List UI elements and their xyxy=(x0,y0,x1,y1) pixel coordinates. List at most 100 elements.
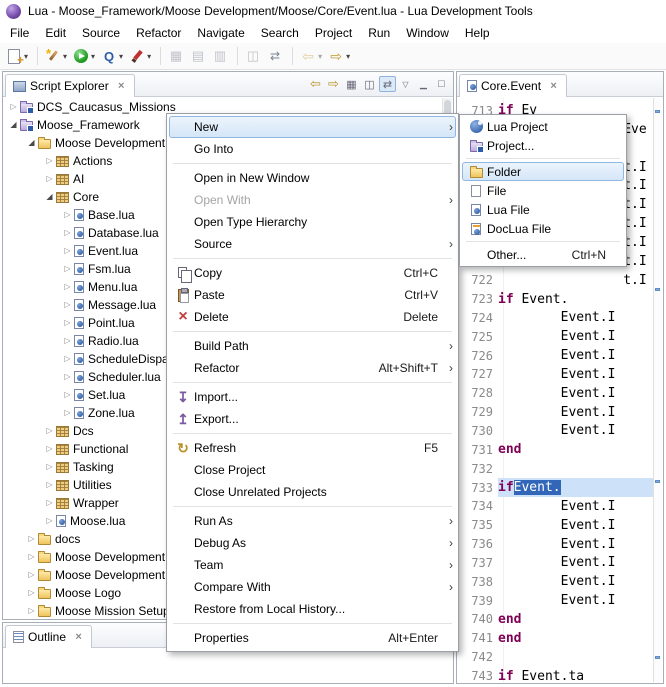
close-icon[interactable] xyxy=(548,80,559,92)
twistie-expanded-icon[interactable]: ◢ xyxy=(7,116,20,134)
code-line-726[interactable]: 726 Event.I xyxy=(458,346,653,365)
menu-item-delete[interactable]: DeleteDelete xyxy=(169,306,456,328)
overview-ruler[interactable] xyxy=(653,98,662,682)
menu-item-close-project[interactable]: Close Project xyxy=(169,459,456,481)
menu-item-open-type-hierarchy[interactable]: Open Type Hierarchy xyxy=(169,211,456,233)
mark-occurrences-button[interactable]: ▾ xyxy=(127,45,153,67)
menu-item-folder[interactable]: Folder xyxy=(462,162,624,181)
view-menu-icon[interactable]: ▽ xyxy=(397,76,414,92)
twistie-collapsed-icon[interactable]: ▷ xyxy=(61,368,74,386)
twistie-collapsed-icon[interactable]: ▷ xyxy=(43,476,56,494)
menu-item-restore-from-local-history[interactable]: Restore from Local History... xyxy=(169,598,456,620)
twistie-collapsed-icon[interactable]: ▷ xyxy=(61,314,74,332)
twistie-collapsed-icon[interactable]: ▷ xyxy=(43,152,56,170)
code-line-727[interactable]: 727 Event.I xyxy=(458,365,653,384)
dropdown-caret-icon[interactable]: ▾ xyxy=(119,52,123,61)
twistie-collapsed-icon[interactable]: ▷ xyxy=(61,224,74,242)
back-icon[interactable]: ⇦ xyxy=(307,76,324,92)
code-line-728[interactable]: 728 Event.I xyxy=(458,384,653,403)
collapse-all-icon[interactable]: ▦ xyxy=(343,76,360,92)
twistie-collapsed-icon[interactable]: ▷ xyxy=(61,260,74,278)
code-line-742[interactable]: 742 xyxy=(458,648,653,667)
menu-item-run-as[interactable]: Run As xyxy=(169,510,456,532)
dropdown-caret-icon[interactable]: ▾ xyxy=(318,52,322,61)
external-tools-button[interactable]: ▾ xyxy=(43,45,69,67)
twistie-collapsed-icon[interactable]: ▷ xyxy=(61,278,74,296)
maximize-icon[interactable]: □ xyxy=(433,76,450,92)
code-line-741[interactable]: 741 end xyxy=(458,629,653,648)
view-grid-2-button[interactable] xyxy=(188,45,208,67)
twistie-collapsed-icon[interactable]: ▷ xyxy=(61,332,74,350)
menu-item-copy[interactable]: CopyCtrl+C xyxy=(169,262,456,284)
menu-item-file[interactable]: File xyxy=(462,181,624,200)
close-icon[interactable] xyxy=(116,80,127,92)
menu-item-source[interactable]: Source xyxy=(169,233,456,255)
twistie-collapsed-icon[interactable]: ▷ xyxy=(43,458,56,476)
menu-item-close-unrelated-projects[interactable]: Close Unrelated Projects xyxy=(169,481,456,503)
twistie-collapsed-icon[interactable]: ▷ xyxy=(25,548,38,566)
menu-item-lua-file[interactable]: Lua File xyxy=(462,200,624,219)
twistie-collapsed-icon[interactable]: ▷ xyxy=(61,206,74,224)
menu-help[interactable]: Help xyxy=(457,22,498,43)
twistie-collapsed-icon[interactable]: ▷ xyxy=(43,494,56,512)
code-line-737[interactable]: 737 Event.I xyxy=(458,553,653,572)
twistie-collapsed-icon[interactable]: ▷ xyxy=(25,602,38,618)
view-grid-3-button[interactable] xyxy=(210,45,230,67)
menu-edit[interactable]: Edit xyxy=(37,22,74,43)
menu-item-other[interactable]: Other...Ctrl+N xyxy=(462,245,624,264)
menu-window[interactable]: Window xyxy=(398,22,457,43)
twistie-collapsed-icon[interactable]: ▷ xyxy=(43,170,56,188)
menu-item-open-in-new-window[interactable]: Open in New Window xyxy=(169,167,456,189)
twistie-collapsed-icon[interactable]: ▷ xyxy=(43,422,56,440)
twistie-collapsed-icon[interactable]: ▷ xyxy=(61,296,74,314)
menu-item-compare-with[interactable]: Compare With xyxy=(169,576,456,598)
code-line-731[interactable]: 731 end xyxy=(458,440,653,459)
twistie-expanded-icon[interactable]: ◢ xyxy=(25,134,38,152)
forward-icon[interactable]: ⇨ xyxy=(325,76,342,92)
menu-source[interactable]: Source xyxy=(74,22,128,43)
menu-item-paste[interactable]: PasteCtrl+V xyxy=(169,284,456,306)
twistie-collapsed-icon[interactable]: ▷ xyxy=(61,350,74,368)
annotation-mark[interactable] xyxy=(655,480,660,483)
annotation-mark[interactable] xyxy=(655,110,660,113)
menu-item-open-with[interactable]: Open With xyxy=(169,189,456,211)
code-line-724[interactable]: 724 Event.I xyxy=(458,308,653,327)
menu-item-build-path[interactable]: Build Path xyxy=(169,335,456,357)
pin-editor-button[interactable] xyxy=(243,45,263,67)
run-button[interactable]: ▾ xyxy=(71,45,97,67)
menu-item-refresh[interactable]: RefreshF5 xyxy=(169,437,456,459)
code-line-723[interactable]: 723 if Event. xyxy=(458,290,653,309)
code-line-736[interactable]: 736 Event.I xyxy=(458,535,653,554)
twistie-collapsed-icon[interactable]: ▷ xyxy=(43,440,56,458)
menu-item-import[interactable]: Import... xyxy=(169,386,456,408)
code-line-743[interactable]: 743 if Event.ta xyxy=(458,667,653,683)
code-line-733[interactable]: 733 if Event. xyxy=(458,478,653,497)
new-wizard-button[interactable]: ▾ xyxy=(4,45,30,67)
view-grid-1-button[interactable] xyxy=(166,45,186,67)
twistie-collapsed-icon[interactable]: ▷ xyxy=(61,404,74,422)
twistie-collapsed-icon[interactable]: ▷ xyxy=(43,512,56,530)
menu-refactor[interactable]: Refactor xyxy=(128,22,189,43)
twistie-expanded-icon[interactable]: ◢ xyxy=(43,188,56,206)
link-with-editor-icon[interactable]: ⇄ xyxy=(379,76,396,92)
close-icon[interactable] xyxy=(73,631,84,643)
code-line-722[interactable]: 722 t.I xyxy=(458,271,653,290)
code-line-732[interactable]: 732 xyxy=(458,459,653,478)
code-line-735[interactable]: 735 Event.I xyxy=(458,516,653,535)
twistie-collapsed-icon[interactable]: ▷ xyxy=(61,242,74,260)
menu-navigate[interactable]: Navigate xyxy=(189,22,252,43)
link-editor-button[interactable] xyxy=(265,45,285,67)
menu-run[interactable]: Run xyxy=(360,22,398,43)
menu-search[interactable]: Search xyxy=(253,22,307,43)
menu-project[interactable]: Project xyxy=(307,22,360,43)
code-line-738[interactable]: 738 Event.I xyxy=(458,572,653,591)
menu-item-debug-as[interactable]: Debug As xyxy=(169,532,456,554)
menu-item-project[interactable]: Project... xyxy=(462,136,624,155)
focus-icon[interactable]: ◫ xyxy=(361,76,378,92)
back-button[interactable]: ▾ xyxy=(298,45,324,67)
coverage-button[interactable]: ▾ xyxy=(99,45,125,67)
menu-item-export[interactable]: Export... xyxy=(169,408,456,430)
twistie-collapsed-icon[interactable]: ▷ xyxy=(61,386,74,404)
twistie-collapsed-icon[interactable]: ▷ xyxy=(25,566,38,584)
code-line-734[interactable]: 734 Event.I xyxy=(458,497,653,516)
